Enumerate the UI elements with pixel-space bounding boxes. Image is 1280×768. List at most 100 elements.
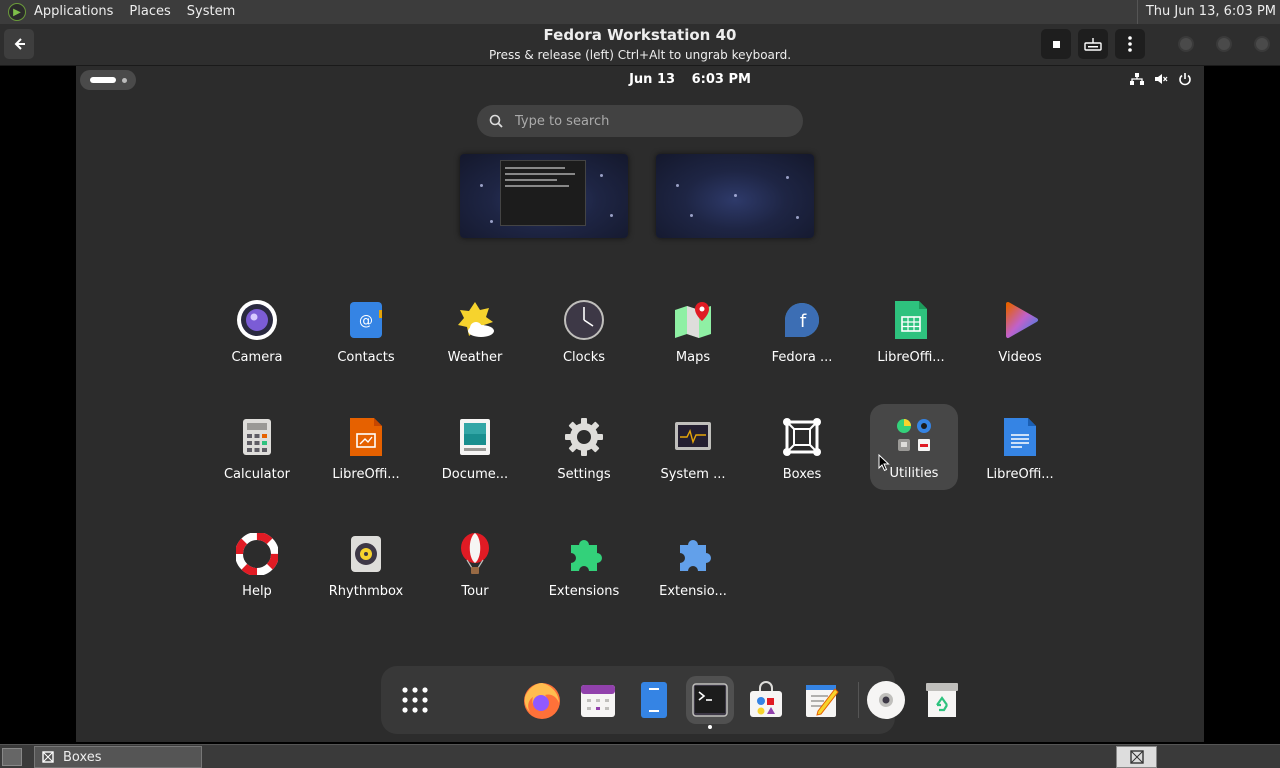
utilities-folder-icon (890, 412, 938, 460)
app-maps[interactable]: Maps (649, 288, 737, 374)
show-desktop-button[interactable] (2, 748, 22, 766)
app-calculator[interactable]: Calculator (213, 405, 301, 491)
dock-disc[interactable] (862, 676, 910, 724)
app-system-monitor[interactable]: System ... (649, 405, 737, 491)
firefox-icon (524, 683, 560, 719)
guest-clock[interactable]: Jun 13 6:03 PM (76, 72, 1280, 87)
boxes-icon (778, 413, 826, 461)
mouse-pointer-icon (878, 454, 890, 472)
weather-icon (451, 296, 499, 344)
rhythmbox-icon (342, 530, 390, 578)
running-indicator (708, 725, 712, 729)
text-editor-icon (806, 685, 839, 717)
volume-muted-icon (1155, 74, 1168, 84)
menu-button[interactable] (1115, 29, 1145, 59)
terminal-icon (692, 683, 728, 717)
close-button[interactable] (1254, 36, 1270, 52)
guest-display[interactable]: Jun 13 6:03 PM Type to search Camera @ C… (76, 66, 1204, 742)
taskbar-button-label: Boxes (63, 749, 102, 765)
app-videos[interactable]: Videos (976, 288, 1064, 374)
host-taskbar: Boxes (0, 744, 1280, 768)
app-document-viewer[interactable]: Docume... (431, 405, 519, 491)
system-menu[interactable]: System (179, 0, 243, 24)
app-boxes[interactable]: Boxes (758, 405, 846, 491)
applications-menu[interactable]: Applications (26, 0, 121, 24)
system-status-area[interactable] (1130, 72, 1192, 86)
power-icon (1179, 73, 1191, 86)
dock-calendar[interactable] (574, 676, 622, 724)
dock-firefox[interactable] (518, 676, 566, 724)
app-extension-manager[interactable]: Extensio... (649, 522, 737, 608)
minimize-button[interactable] (1178, 36, 1194, 52)
libreoffice-impress-icon (342, 413, 390, 461)
fedora-media-writer-icon: f (778, 296, 826, 344)
search-input[interactable]: Type to search (477, 105, 803, 137)
square-icon (1052, 40, 1060, 48)
contacts-icon: @ (342, 296, 390, 344)
host-menu-logo-icon[interactable]: ▶ (8, 3, 26, 21)
tour-icon (451, 530, 499, 578)
maximize-button[interactable] (1216, 36, 1232, 52)
app-weather[interactable]: Weather (431, 288, 519, 374)
show-apps-button[interactable] (391, 676, 439, 724)
camera-icon (233, 296, 281, 344)
document-viewer-icon (451, 413, 499, 461)
boxes-header-bar: Fedora Workstation 40 Press & release (l… (0, 24, 1280, 66)
app-camera[interactable]: Camera (213, 288, 301, 374)
app-rhythmbox[interactable]: Rhythmbox (322, 522, 410, 608)
workspace-thumbnail-2[interactable] (656, 154, 814, 238)
app-contacts[interactable]: @ Contacts (322, 288, 410, 374)
dock-terminal[interactable] (686, 676, 734, 729)
libreoffice-writer-icon (996, 413, 1044, 461)
app-libreoffice-impress[interactable]: LibreOffi... (322, 405, 410, 491)
dock-text-editor[interactable] (798, 676, 846, 724)
settings-icon (560, 413, 608, 461)
clocks-icon (560, 296, 608, 344)
boxes-icon (42, 751, 54, 763)
dash (381, 666, 958, 734)
dock-software[interactable] (742, 676, 790, 724)
maps-icon (669, 296, 717, 344)
guest-time: 6:03 PM (691, 72, 751, 87)
app-tour[interactable]: Tour (431, 522, 519, 608)
app-clocks[interactable]: Clocks (540, 288, 628, 374)
calculator-icon (233, 413, 281, 461)
folder-utilities[interactable]: Utilities (870, 404, 958, 490)
extensions-icon (560, 530, 608, 578)
system-monitor-icon (669, 413, 717, 461)
search-icon (489, 114, 503, 128)
software-icon (750, 681, 782, 717)
trash-icon (926, 683, 958, 717)
taskbar-button-boxes[interactable]: Boxes (34, 746, 202, 768)
disc-icon (867, 681, 905, 719)
help-icon (233, 530, 281, 578)
app-libreoffice-calc[interactable]: LibreOffi... (867, 288, 955, 374)
app-fedora-media-writer[interactable]: f Fedora ... (758, 288, 846, 374)
send-keys-button[interactable] (1078, 29, 1108, 59)
app-libreoffice-writer[interactable]: LibreOffi... (976, 405, 1064, 491)
search-placeholder: Type to search (515, 113, 610, 129)
libreoffice-calc-icon (887, 296, 935, 344)
keyboard-icon (1084, 38, 1102, 51)
places-menu[interactable]: Places (121, 0, 178, 24)
workspace-switcher[interactable] (1116, 746, 1157, 768)
app-settings[interactable]: Settings (540, 405, 628, 491)
dock-files[interactable] (630, 676, 678, 724)
svg-text:f: f (800, 311, 807, 332)
vertical-dots-icon (1128, 36, 1132, 52)
dock-separator (858, 682, 859, 718)
workspace-thumbnail-1[interactable] (460, 154, 628, 238)
app-extensions[interactable]: Extensions (540, 522, 628, 608)
gnome-top-bar: Jun 13 6:03 PM (76, 66, 1204, 94)
boxes-icon (1129, 750, 1144, 764)
host-clock[interactable]: Thu Jun 13, 6:03 PM (1136, 0, 1276, 24)
stop-button[interactable] (1041, 29, 1071, 59)
app-help[interactable]: Help (213, 522, 301, 608)
app-grid-icon (402, 687, 428, 713)
svg-text:@: @ (359, 313, 373, 329)
dock-trash[interactable] (918, 676, 966, 724)
videos-icon (996, 296, 1044, 344)
terminal-window-thumbnail[interactable] (500, 160, 586, 226)
guest-date: Jun 13 (629, 72, 676, 87)
host-top-panel: ▶ Applications Places System Thu Jun 13,… (0, 0, 1280, 24)
